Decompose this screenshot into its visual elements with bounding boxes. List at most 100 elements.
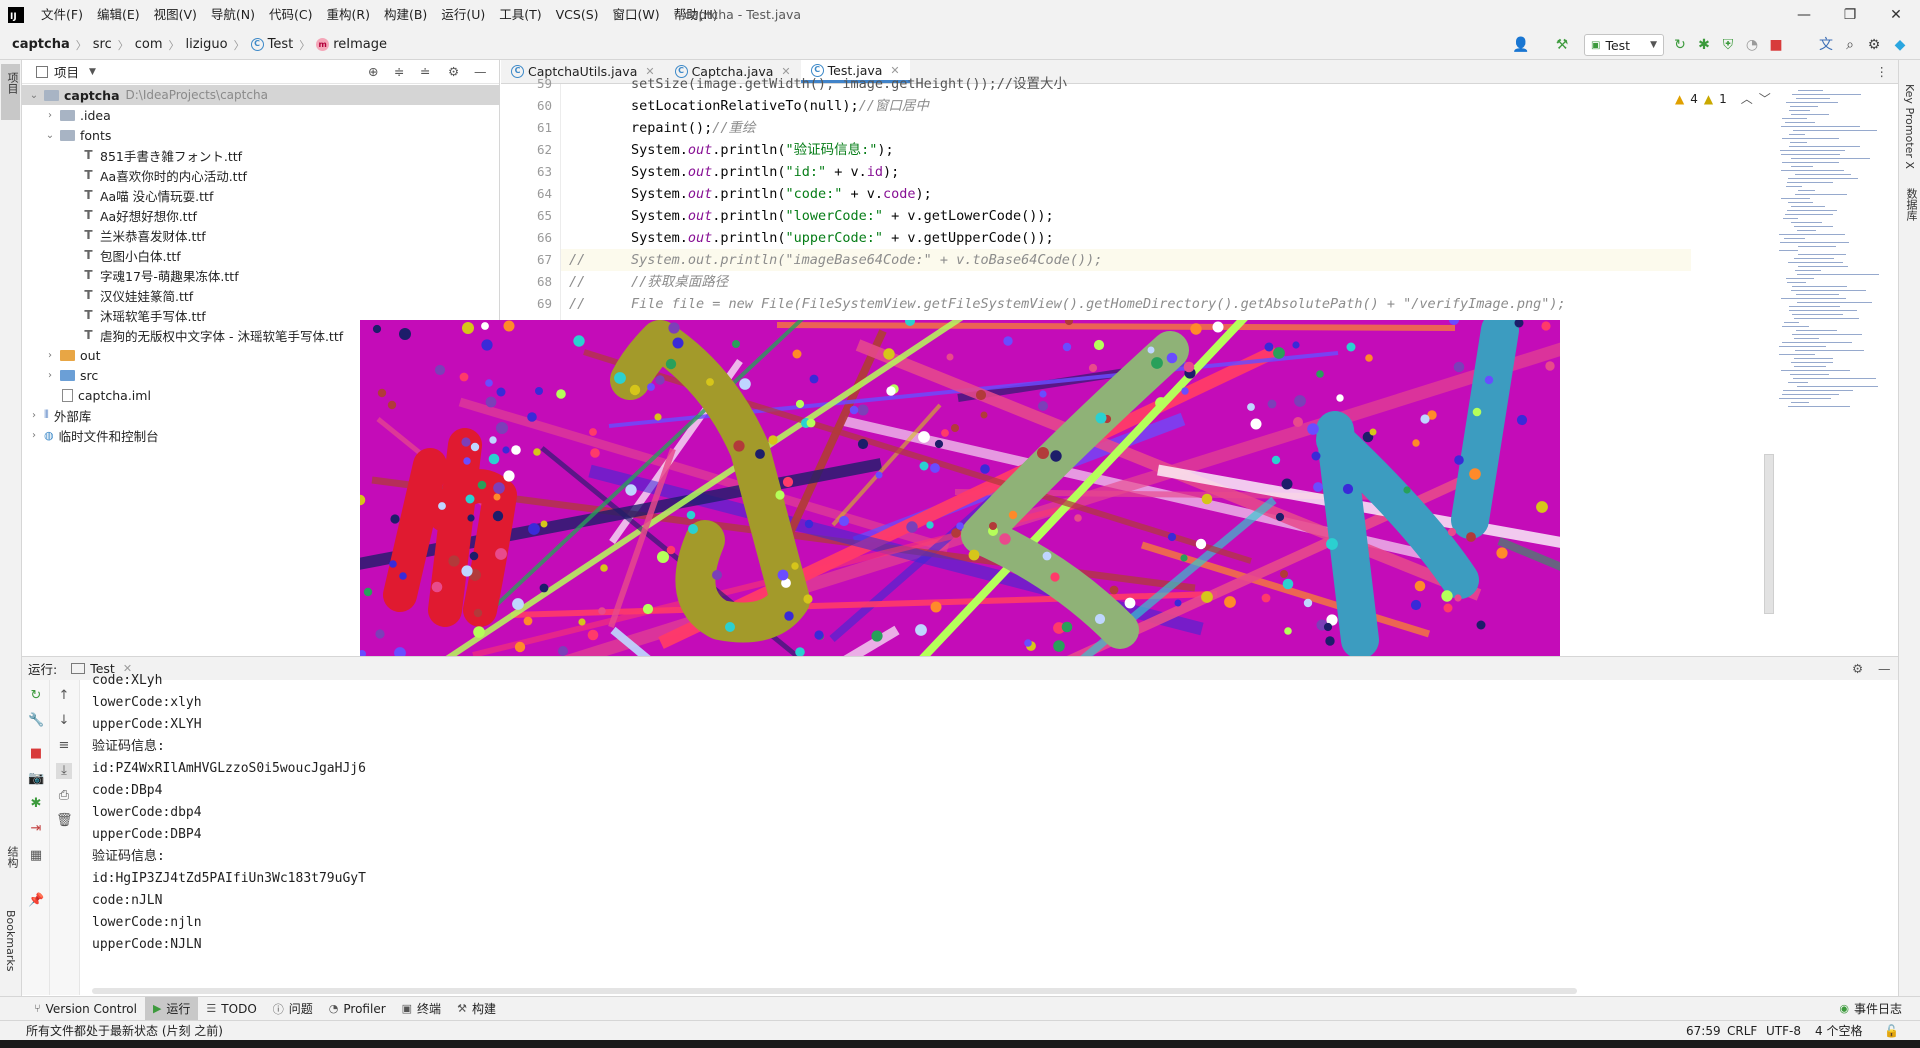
menu-refactor[interactable]: 重构(R): [320, 0, 377, 30]
toolwindow-problems[interactable]: ⓘ 问题: [265, 997, 321, 1021]
tree-item-iml[interactable]: captcha.iml: [62, 385, 151, 405]
next-highlight-icon[interactable]: ﹀: [1759, 90, 1771, 107]
scroll-down-icon[interactable]: ↓: [56, 713, 72, 729]
collapse-all-icon[interactable]: ≐: [420, 64, 430, 79]
toolwindow-terminal[interactable]: ▣ 终端: [394, 997, 449, 1021]
tree-item-font-file[interactable]: T Aa喵 没心情玩耍.ttf: [82, 185, 213, 205]
toolwindow-event-log[interactable]: ◉ 事件日志: [1831, 997, 1910, 1021]
indent-setting[interactable]: 4 个空格: [1815, 1022, 1862, 1039]
user-icon[interactable]: 👤: [1512, 37, 1529, 53]
search-icon[interactable]: ⌕: [1842, 37, 1858, 53]
tree-item-font-file[interactable]: T 兰米恭喜发财体.ttf: [82, 225, 205, 245]
caret-position[interactable]: 67:59: [1686, 1024, 1721, 1038]
tree-item-font-file[interactable]: T 虐狗的无版权中文字体 - 沐瑶软笔手写体.ttf: [82, 325, 343, 345]
debug-bug-icon[interactable]: ✱: [28, 796, 44, 812]
line-separator[interactable]: CRLF: [1727, 1024, 1757, 1038]
bookmarks-tool-label[interactable]: Bookmarks: [4, 910, 17, 971]
tree-item-font-file[interactable]: T 851手書き雑フォント.ttf: [82, 145, 242, 165]
scroll-to-end-icon[interactable]: ⤓: [56, 763, 72, 779]
close-icon[interactable]: ✕: [1873, 0, 1919, 30]
rerun-icon[interactable]: ↻: [28, 688, 44, 704]
scroll-up-icon[interactable]: ↑: [56, 688, 72, 704]
run-console[interactable]: ↻ 🔧 ■ 📷 ✱ ⇥ ▦ 📌 ↑ ↓ ≡ ⤓ ⎙ 🗑 code:XLyh lo…: [22, 673, 1898, 995]
plugin-logo-icon[interactable]: ◆: [1892, 37, 1908, 53]
restore-icon[interactable]: ❐: [1827, 0, 1873, 30]
pin-icon[interactable]: 📌: [28, 893, 44, 909]
database-tool-label[interactable]: 数据库: [1903, 188, 1919, 221]
stop-icon[interactable]: ■: [28, 746, 44, 762]
tree-item-src[interactable]: › src: [44, 365, 98, 385]
tree-item-font-file[interactable]: T 沐瑶软笔手写体.ttf: [82, 305, 205, 325]
print-icon[interactable]: ⎙: [56, 788, 72, 804]
toolwindow-todo[interactable]: ☰ TODO: [198, 997, 264, 1021]
soft-wrap-icon[interactable]: ≡: [56, 738, 72, 754]
tree-item-font-file[interactable]: T 包图小白体.ttf: [82, 245, 180, 265]
wrench-icon[interactable]: 🔧: [28, 713, 44, 729]
settings-gear-icon[interactable]: ⚙: [1866, 37, 1882, 53]
tree-item-font-file[interactable]: T 汉仪娃娃篆简.ttf: [82, 285, 193, 305]
tree-item-scratches[interactable]: › ◍ 临时文件和控制台: [28, 425, 159, 445]
tree-item-out[interactable]: › out: [44, 345, 100, 365]
translate-icon[interactable]: 文: [1818, 37, 1834, 53]
structure-tool-label[interactable]: 结构: [4, 846, 20, 868]
inspection-widget[interactable]: ▲ 4 ▲ 1 ︿ ﹀: [1675, 90, 1771, 107]
menu-window[interactable]: 窗口(W): [606, 0, 667, 30]
chevron-right-icon[interactable]: ›: [28, 430, 40, 441]
breadcrumb-project[interactable]: captcha: [0, 37, 74, 52]
lock-icon[interactable]: 🔓: [1884, 1024, 1899, 1038]
console-horizontal-scrollbar[interactable]: [92, 988, 1577, 994]
project-view-label[interactable]: 项目: [54, 62, 79, 81]
minimize-icon[interactable]: —: [1781, 0, 1827, 30]
tree-item-fonts[interactable]: ⌄ fonts: [44, 125, 112, 145]
menu-run[interactable]: 运行(U): [434, 0, 492, 30]
previous-highlight-icon[interactable]: ︿: [1741, 90, 1753, 107]
panel-settings-icon[interactable]: ⚙: [448, 64, 459, 79]
rerun-icon[interactable]: ↻: [1672, 37, 1688, 53]
chevron-right-icon[interactable]: ›: [44, 110, 56, 121]
chevron-right-icon[interactable]: ›: [44, 370, 56, 381]
breadcrumb-com[interactable]: com: [131, 37, 167, 52]
hide-run-panel-icon[interactable]: —: [1878, 661, 1891, 676]
menu-code[interactable]: 代码(C): [262, 0, 319, 30]
intellij-logo-icon[interactable]: IJ: [8, 7, 24, 23]
stop-icon[interactable]: ■: [1768, 37, 1784, 53]
tree-item-root[interactable]: ⌄ captcha D:\IdeaProjects\captcha: [22, 85, 500, 105]
tree-item-font-file[interactable]: T 字魂17号-萌趣果冻体.ttf: [82, 265, 238, 285]
breadcrumb-test-class[interactable]: C Test: [247, 37, 298, 52]
editor-vertical-scrollbar[interactable]: [1764, 454, 1774, 614]
build-hammer-icon[interactable]: ⚒: [1554, 37, 1570, 53]
menu-vcs[interactable]: VCS(S): [549, 0, 606, 30]
code-minimap[interactable]: [1775, 84, 1895, 414]
hide-panel-icon[interactable]: —: [474, 64, 487, 79]
exit-icon[interactable]: ⇥: [28, 821, 44, 837]
menu-edit[interactable]: 编辑(E): [90, 0, 147, 30]
tree-item-font-file[interactable]: T Aa好想好想你.ttf: [82, 205, 196, 225]
toolwindow-version-control[interactable]: ⑂ Version Control: [26, 997, 145, 1021]
chevron-down-icon[interactable]: ▼: [89, 67, 96, 77]
run-configuration-select[interactable]: ▣ Test ▼: [1584, 34, 1664, 56]
layout-icon[interactable]: ▦: [28, 848, 44, 864]
trash-icon[interactable]: 🗑: [56, 813, 73, 829]
breadcrumb-src[interactable]: src: [89, 37, 116, 52]
tree-item-external-libs[interactable]: › ⦀ 外部库: [28, 405, 91, 425]
menu-view[interactable]: 视图(V): [147, 0, 204, 30]
key-promoter-tool-label[interactable]: Key Promoter X: [1903, 84, 1916, 169]
locate-file-icon[interactable]: ⊕: [368, 64, 378, 79]
more-tabs-icon[interactable]: ⋮: [1876, 64, 1889, 79]
file-encoding[interactable]: UTF-8: [1766, 1024, 1801, 1038]
toolwindow-run[interactable]: ▶ 运行: [144, 996, 199, 1021]
debug-bug-icon[interactable]: ✱: [1696, 37, 1712, 53]
run-settings-icon[interactable]: ⚙: [1852, 661, 1863, 676]
coverage-icon[interactable]: ⛨: [1720, 37, 1736, 53]
menu-file[interactable]: 文件(F): [34, 0, 90, 30]
chevron-down-icon[interactable]: ⌄: [28, 90, 40, 101]
menu-build[interactable]: 构建(B): [377, 0, 434, 30]
profiler-icon[interactable]: ◔: [1744, 37, 1760, 53]
toolwindow-build[interactable]: ⚒ 构建: [449, 997, 504, 1021]
breadcrumb-method[interactable]: m reImage: [312, 37, 391, 52]
menu-navigate[interactable]: 导航(N): [204, 0, 262, 30]
toolwindow-profiler[interactable]: ◔ Profiler: [321, 997, 394, 1021]
chevron-down-icon[interactable]: ⌄: [44, 130, 56, 141]
menu-tools[interactable]: 工具(T): [492, 0, 548, 30]
chevron-right-icon[interactable]: ›: [44, 350, 56, 361]
